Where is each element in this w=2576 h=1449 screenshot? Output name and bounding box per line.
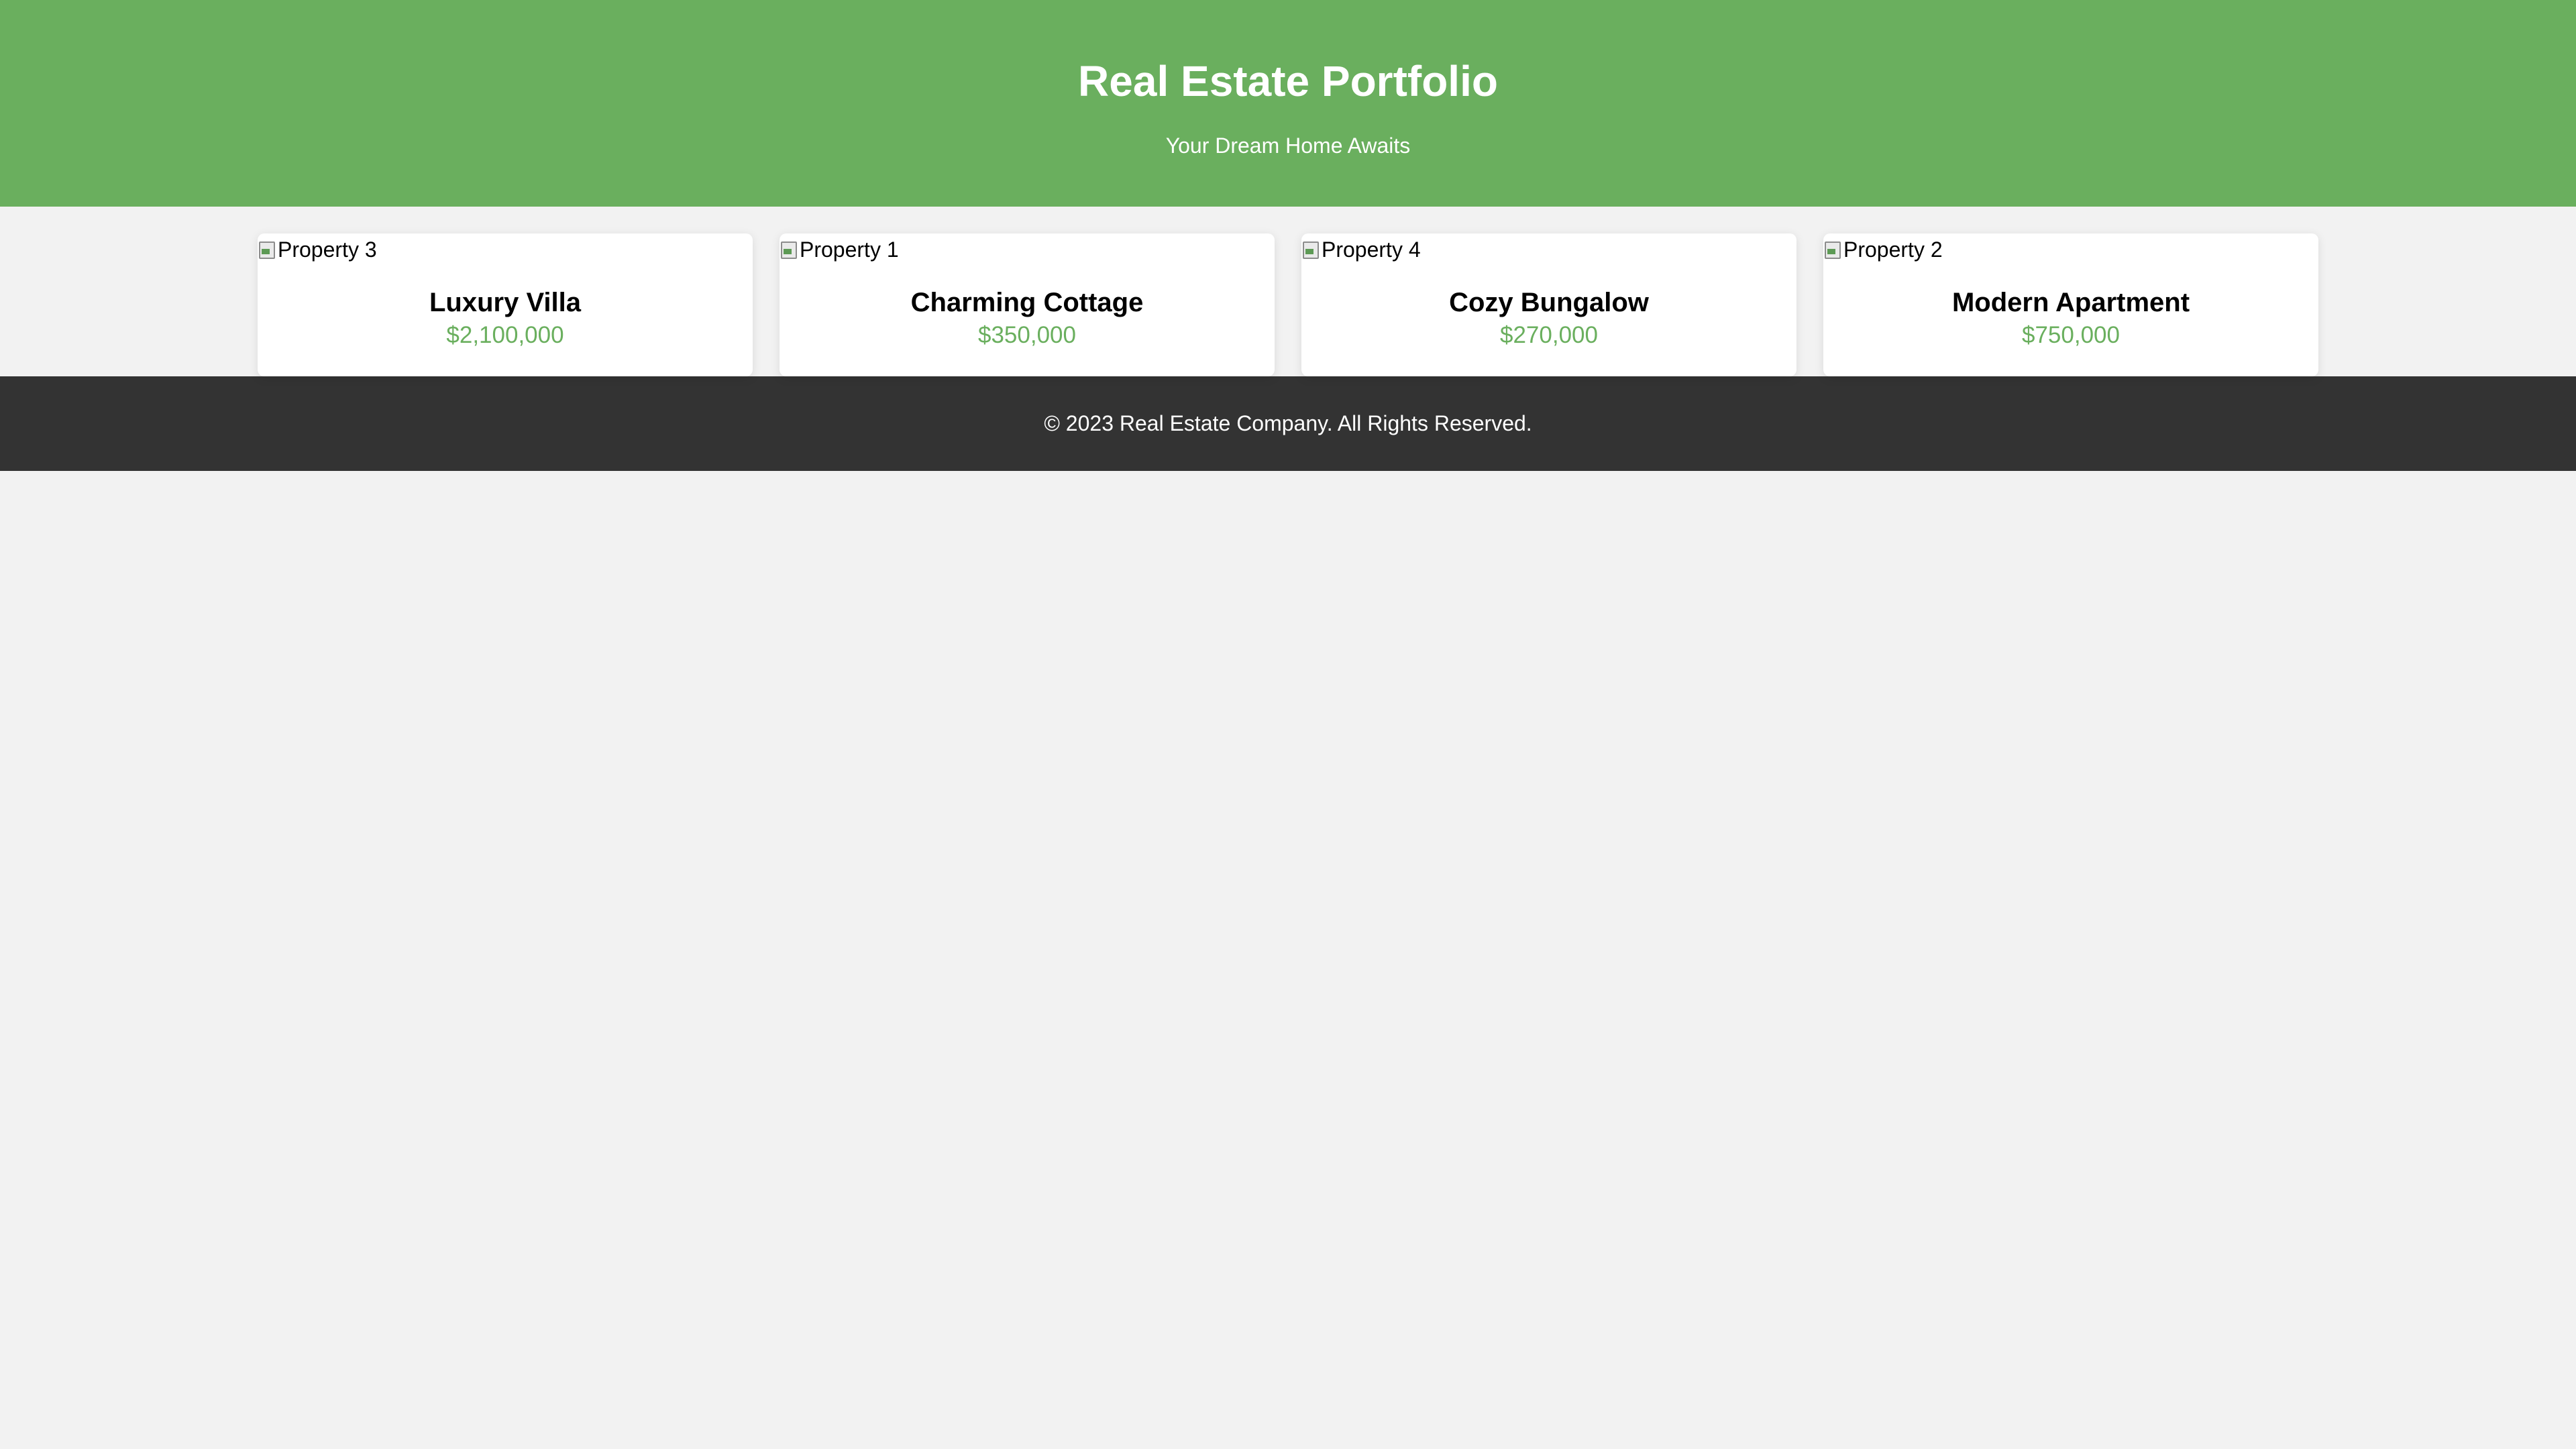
footer-copyright: © 2023 Real Estate Company. All Rights R… (1044, 411, 1532, 435)
property-image-alt-text: Property 2 (1843, 237, 1943, 262)
property-name: Modern Apartment (1951, 288, 2190, 317)
property-card[interactable]: Property 1 Charming Cottage $350,000 (780, 233, 1275, 376)
property-price: $270,000 (1500, 322, 1598, 348)
page-header: Real Estate Portfolio Your Dream Home Aw… (0, 0, 2576, 207)
property-name: Charming Cottage (910, 288, 1144, 317)
property-card[interactable]: Property 2 Modern Apartment $750,000 (1823, 233, 2318, 376)
property-card[interactable]: Property 4 Cozy Bungalow $270,000 (1301, 233, 1796, 376)
page-title: Real Estate Portfolio (1078, 57, 1498, 105)
property-image[interactable]: Property 3 (258, 237, 377, 262)
page-footer: © 2023 Real Estate Company. All Rights R… (0, 376, 2576, 471)
broken-image-icon (1301, 239, 1320, 260)
broken-image-icon (780, 239, 798, 260)
property-image-alt-text: Property 4 (1322, 237, 1421, 262)
property-image[interactable]: Property 1 (780, 237, 899, 262)
property-price: $350,000 (978, 322, 1076, 348)
property-name: Luxury Villa (429, 288, 581, 317)
property-image-alt-text: Property 1 (800, 237, 899, 262)
property-image[interactable]: Property 2 (1823, 237, 1943, 262)
broken-image-icon (1823, 239, 1842, 260)
property-price: $2,100,000 (446, 322, 564, 348)
property-listing: Property 3 Luxury Villa $2,100,000 Prope… (0, 207, 2576, 376)
property-grid: Property 3 Luxury Villa $2,100,000 Prope… (258, 233, 2318, 376)
page-subtitle: Your Dream Home Awaits (1165, 133, 1411, 158)
property-name: Cozy Bungalow (1449, 288, 1649, 317)
property-image-alt-text: Property 3 (278, 237, 377, 262)
broken-image-icon (258, 239, 276, 260)
property-card[interactable]: Property 3 Luxury Villa $2,100,000 (258, 233, 753, 376)
property-price: $750,000 (2022, 322, 2120, 348)
property-image[interactable]: Property 4 (1301, 237, 1421, 262)
